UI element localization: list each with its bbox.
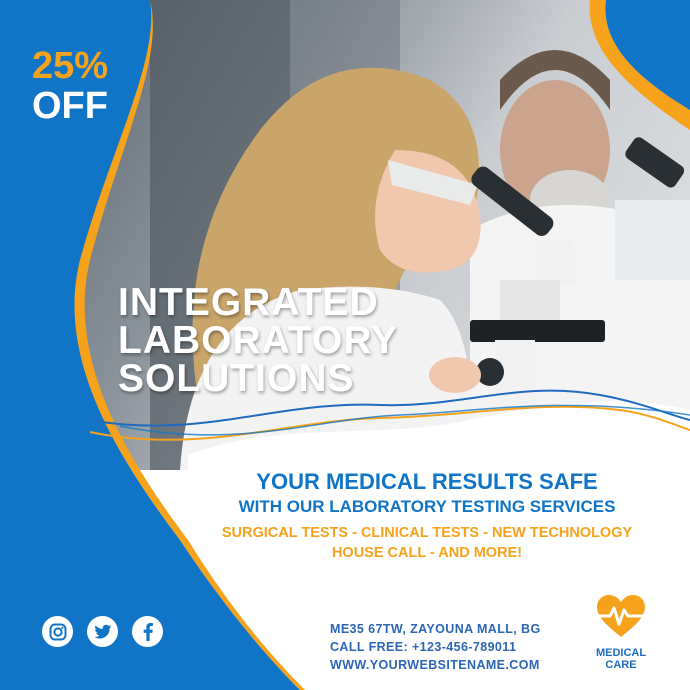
tagline-block: YOUR MEDICAL RESULTS SAFE WITH OUR LABOR…: [192, 468, 662, 563]
tagline-subtitle: WITH OUR LABORATORY TESTING SERVICES: [238, 497, 616, 516]
discount-badge: 25% OFF: [20, 46, 120, 126]
headline-line-2: LABORATORY: [118, 319, 399, 362]
contact-info: ME35 67TW, ZAYOUNA MALL, BG CALL FREE: +…: [330, 620, 541, 674]
headline-line-1: INTEGRATED: [118, 281, 379, 324]
facebook-link[interactable]: [132, 616, 163, 647]
heart-pulse-icon: [596, 595, 646, 637]
instagram-link[interactable]: [42, 616, 73, 647]
twitter-icon: [93, 624, 111, 639]
brand-line-1: MEDICAL: [595, 647, 647, 659]
headline-line-3: SOLUTIONS: [118, 357, 355, 400]
flyer-canvas: 25% OFF INTEGRATED LABORATORY SOLUTIONS …: [0, 0, 690, 690]
discount-percent: 25%: [31, 45, 109, 87]
services-line-2: HOUSE CALL - AND MORE!: [331, 545, 523, 561]
brand-line-2: CARE: [605, 659, 637, 671]
headline: INTEGRATED LABORATORY SOLUTIONS: [118, 281, 448, 400]
social-links: [42, 616, 163, 647]
brand-logo: MEDICAL CARE: [586, 594, 656, 671]
contact-phone[interactable]: CALL FREE: +123-456-789011: [330, 638, 541, 656]
tagline-title: YOUR MEDICAL RESULTS SAFE: [256, 469, 598, 494]
instagram-icon: [49, 623, 66, 640]
contact-address: ME35 67TW, ZAYOUNA MALL, BG: [330, 622, 541, 636]
twitter-link[interactable]: [87, 616, 118, 647]
contact-website[interactable]: WWW.YOURWEBSITENAME.COM: [330, 656, 541, 674]
discount-off-label: OFF: [32, 85, 108, 127]
facebook-icon: [143, 622, 153, 641]
services-line-1: SURGICAL TESTS - CLINICAL TESTS - NEW TE…: [221, 525, 633, 541]
